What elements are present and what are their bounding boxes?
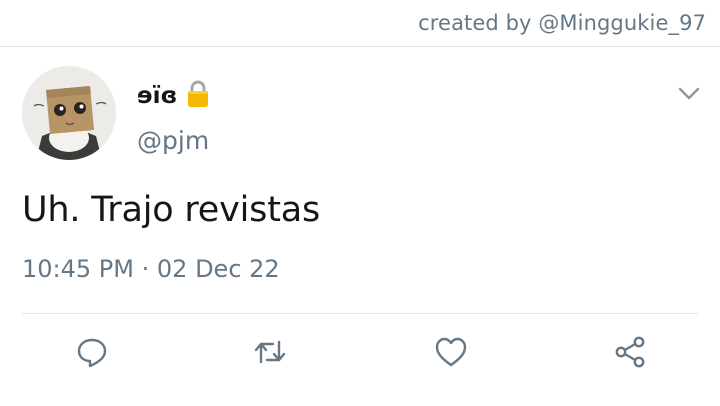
retweet-icon — [254, 340, 286, 364]
chevron-down-icon[interactable] — [678, 86, 700, 100]
tweet-actions — [0, 330, 720, 376]
share-icon — [615, 336, 645, 368]
like-button[interactable] — [429, 330, 473, 374]
timestamp-separator: · — [141, 255, 150, 283]
display-name[interactable]: ɘïɞ — [137, 84, 177, 108]
tweet-date: 02 Dec 22 — [156, 255, 280, 283]
author-handle[interactable]: @pjm — [137, 126, 209, 155]
avatar-image — [22, 66, 116, 160]
lock-icon — [187, 80, 209, 112]
tweet-time: 10:45 PM — [22, 255, 134, 283]
share-button[interactable] — [608, 330, 652, 374]
heart-icon — [435, 337, 467, 367]
tweet-text: Uh. Trajo revistas — [22, 190, 321, 230]
credit-watermark: created by @Minggukie_97 — [418, 11, 706, 35]
avatar[interactable] — [22, 66, 116, 160]
reply-icon — [77, 338, 107, 368]
tweet-timestamp[interactable]: 10:45 PM · 02 Dec 22 — [22, 255, 280, 283]
reply-button[interactable] — [70, 330, 114, 374]
actions-divider — [22, 313, 698, 314]
retweet-button[interactable] — [248, 330, 292, 374]
author-name-row[interactable]: ɘïɞ — [137, 80, 209, 112]
header-divider — [0, 46, 720, 47]
